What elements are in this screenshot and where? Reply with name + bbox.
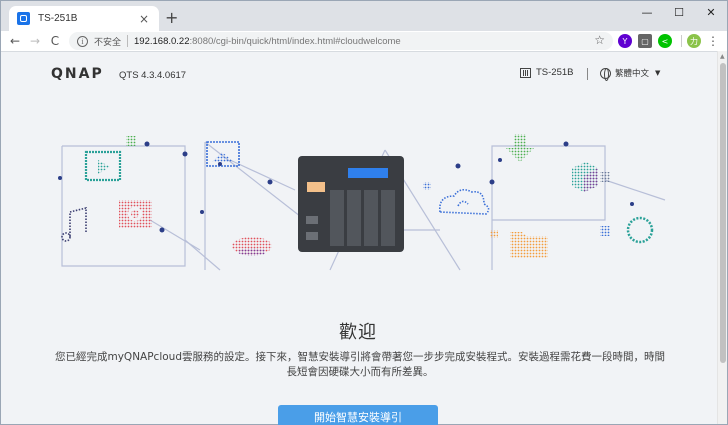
- window-controls: — ☐ ✕: [631, 1, 727, 23]
- header-divider: [587, 68, 588, 80]
- nas-device-icon: [520, 67, 531, 78]
- qnap-logo: QNAP: [51, 66, 104, 82]
- language-label: 繁體中文: [615, 69, 650, 79]
- tab-strip: TS-251B × + — ☐ ✕: [1, 1, 727, 31]
- nas-device-illustration: [298, 156, 404, 252]
- forward-button[interactable]: →: [25, 31, 45, 51]
- cube-icon: [572, 162, 598, 192]
- extension-square-icon[interactable]: ▢: [638, 34, 652, 48]
- welcome-illustration: [58, 134, 666, 271]
- scroll-thumb[interactable]: [720, 63, 726, 363]
- small-dots-block-icon: [600, 226, 610, 236]
- url-text[interactable]: 192.168.0.22:8080/cgi-bin/quick/html/ind…: [134, 36, 401, 47]
- mustache-icon: [232, 237, 272, 256]
- url-path: :8080/cgi-bin/quick/html/index.html#clou…: [189, 35, 401, 47]
- language-selector[interactable]: 繁體中文 ▼: [600, 67, 661, 81]
- yahoo-extension-icon[interactable]: Y: [618, 34, 632, 48]
- device-name-label: TS-251B: [536, 67, 574, 78]
- minimize-button[interactable]: —: [631, 1, 663, 23]
- dotted-square-icon: [423, 182, 431, 190]
- page-scrollbar[interactable]: ▲: [717, 51, 727, 424]
- device-name: TS-251B: [520, 67, 574, 78]
- refresh-ring-icon: [626, 216, 654, 244]
- qnap-favicon-icon: [17, 12, 30, 25]
- info-icon[interactable]: i: [77, 35, 88, 47]
- scroll-up-arrow-icon[interactable]: ▲: [720, 53, 725, 60]
- browser-menu-icon[interactable]: ⋮: [707, 32, 719, 50]
- tab-close-icon[interactable]: ×: [137, 12, 151, 26]
- gray-dots-block-icon: [600, 172, 610, 182]
- bookmark-star-icon[interactable]: ☆: [594, 33, 605, 47]
- start-smart-installation-button[interactable]: 開始智慧安裝導引: [278, 405, 438, 425]
- camera-icon: [119, 200, 152, 228]
- music-note-icon: [61, 206, 87, 242]
- folder-icon: [510, 232, 548, 258]
- orange-plus-icon: [490, 230, 498, 238]
- back-button[interactable]: ←: [5, 31, 25, 51]
- profile-avatar-icon[interactable]: 力: [687, 34, 701, 48]
- welcome-description: 您已經完成myQNAPcloud雲服務的設定。接下來，智慧安裝導引將會帶著您一步…: [54, 351, 665, 378]
- cloud-icon: [438, 188, 490, 215]
- browser-tab[interactable]: TS-251B ×: [9, 6, 159, 31]
- address-bar[interactable]: i 不安全 192.168.0.22:8080/cgi-bin/quick/ht…: [69, 32, 613, 50]
- share-extension-icon[interactable]: <: [658, 34, 672, 48]
- url-host: 192.168.0.22: [134, 35, 190, 47]
- caret-down-icon: ▼: [655, 69, 661, 77]
- welcome-title: 歡迎: [339, 322, 377, 343]
- new-tab-button[interactable]: +: [165, 8, 178, 27]
- qts-version: QTS 4.3.4.0617: [119, 70, 187, 81]
- reload-button[interactable]: C: [45, 31, 65, 51]
- browser-toolbar: ← → C i 不安全 192.168.0.22:8080/cgi-bin/qu…: [1, 31, 727, 51]
- close-window-button[interactable]: ✕: [695, 1, 727, 23]
- plus-cross-icon: [126, 136, 136, 146]
- tab-title: TS-251B: [38, 13, 78, 24]
- globe-icon: [600, 67, 611, 81]
- video-icon: [84, 150, 122, 182]
- security-label: 不安全: [94, 37, 122, 48]
- omnibox-divider: [127, 35, 129, 47]
- toolbar-divider: [681, 35, 682, 47]
- maximize-button[interactable]: ☐: [663, 1, 695, 23]
- download-icon: [506, 134, 534, 162]
